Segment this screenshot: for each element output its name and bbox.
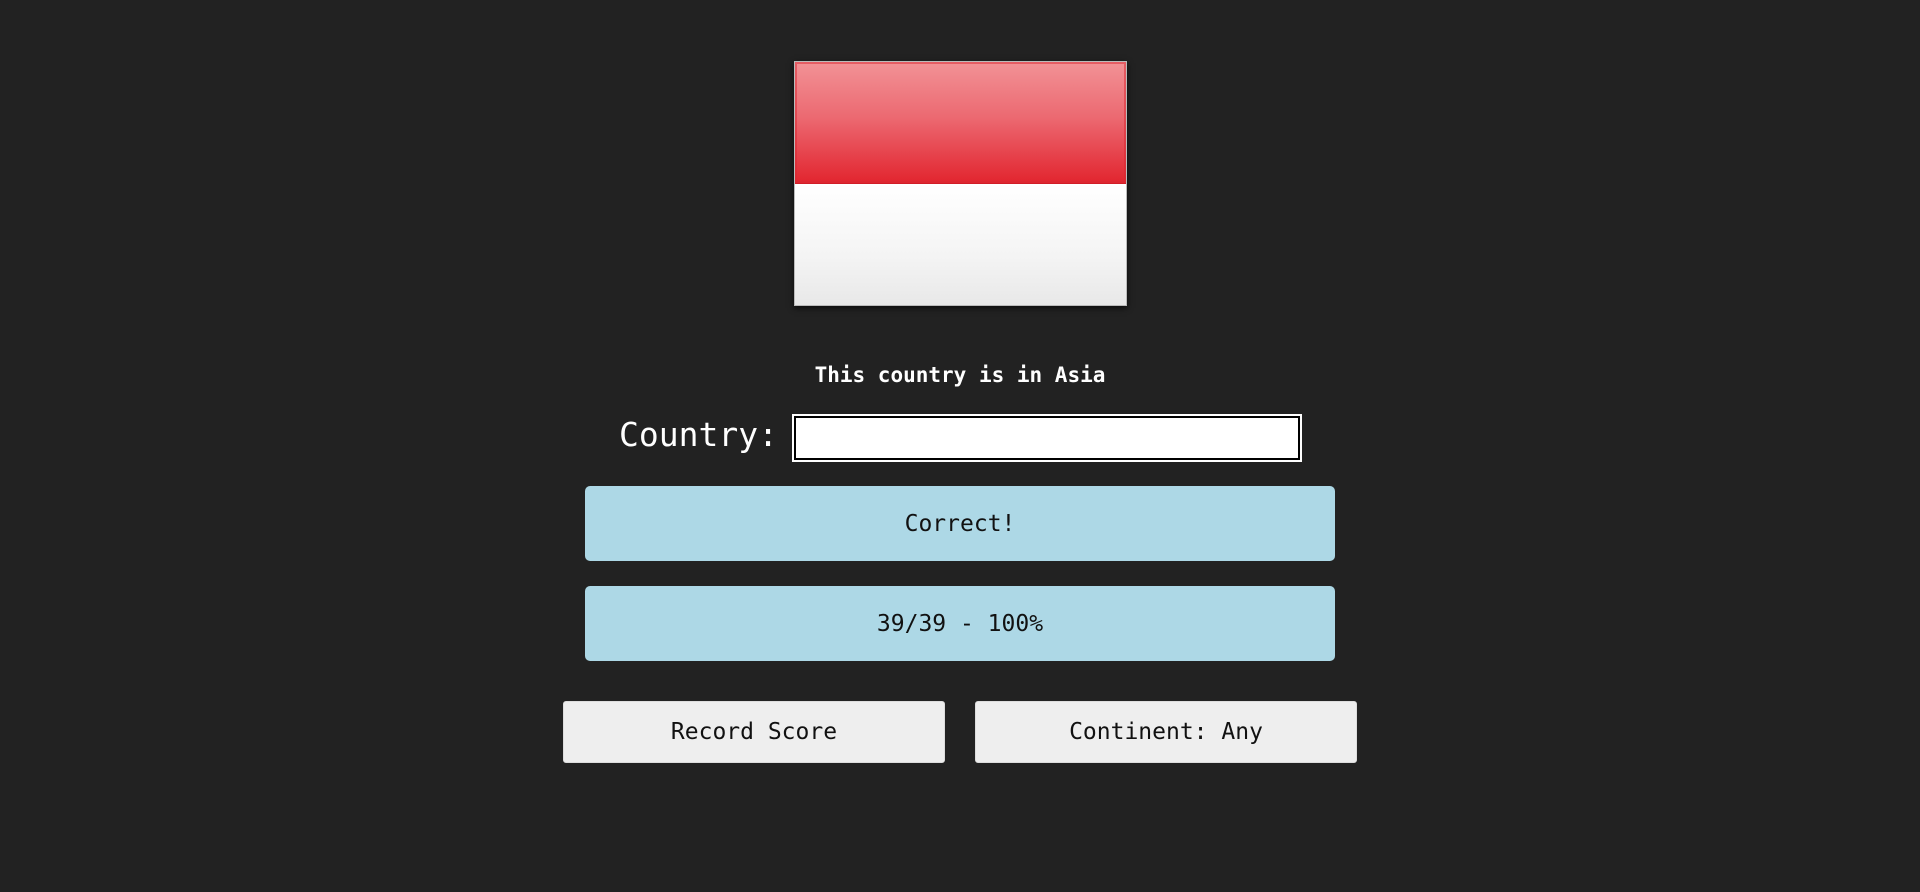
continent-hint: This country is in Asia xyxy=(814,363,1106,387)
record-score-button[interactable]: Record Score xyxy=(563,701,945,763)
feedback-panel: Correct! xyxy=(585,486,1335,561)
flag-white-band xyxy=(795,183,1126,305)
country-label: Country: xyxy=(619,415,778,454)
flag-image xyxy=(794,61,1127,306)
country-input[interactable] xyxy=(792,414,1302,462)
score-panel: 39/39 - 100% xyxy=(585,586,1335,661)
flag-red-band xyxy=(795,62,1126,184)
continent-select-button[interactable]: Continent: Any xyxy=(975,701,1357,763)
quiz-page: This country is in Asia Country: Correct… xyxy=(0,0,1920,892)
